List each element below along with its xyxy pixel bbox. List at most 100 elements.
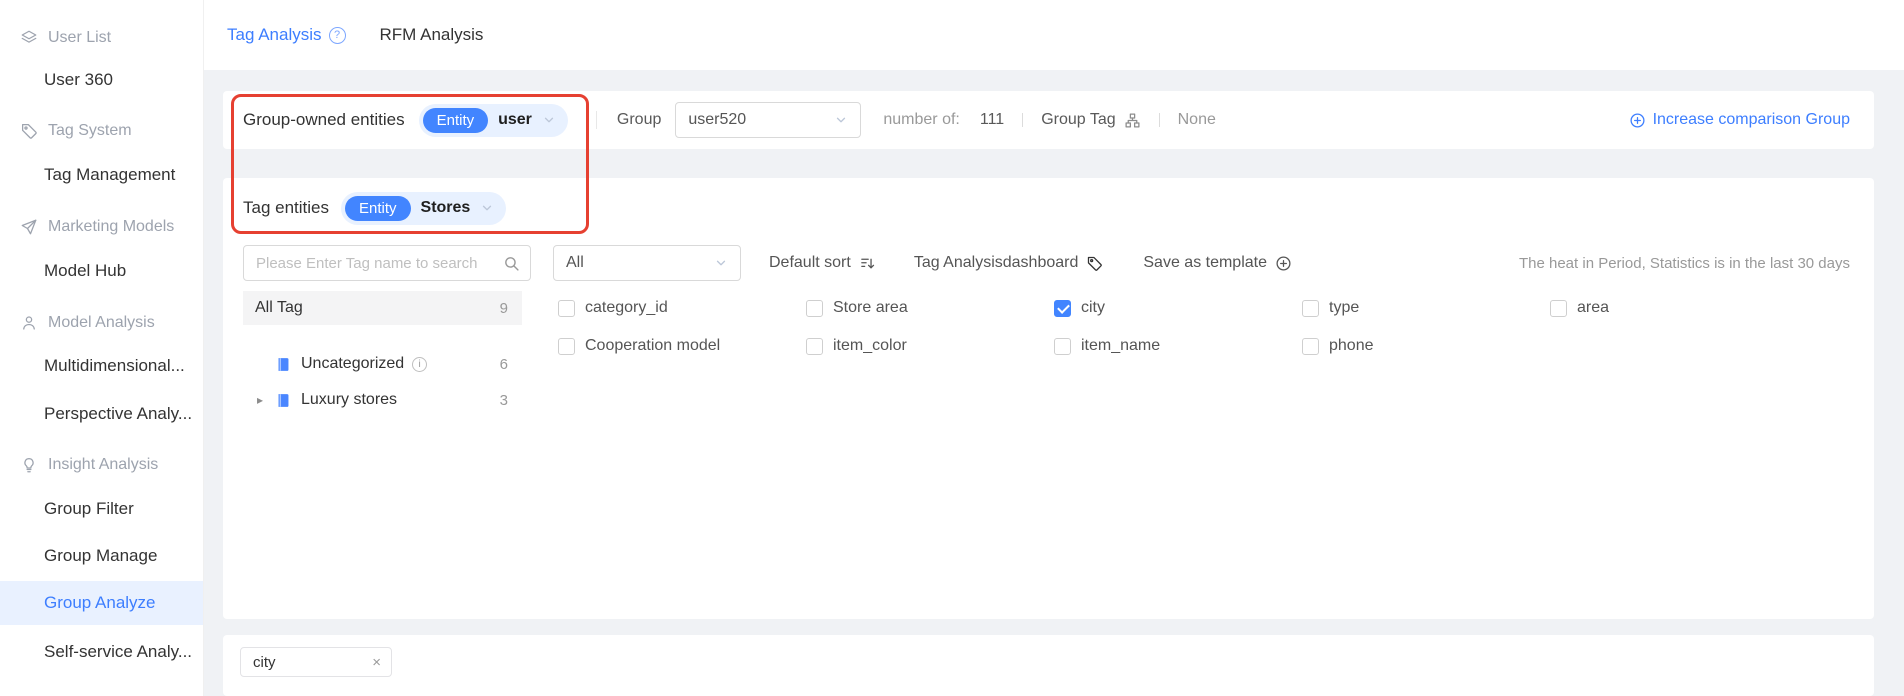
tag-checkbox-category-id[interactable]: category_id [558, 299, 806, 317]
group-owned-entities-label: Group-owned entities [243, 110, 405, 129]
tag-analysis-dashboard-button[interactable]: Tag Analysisdashboard [914, 254, 1104, 272]
tag-checkbox-grid: category_id Store area city type area Co… [558, 289, 1798, 365]
tag-checkbox-cooperation-model[interactable]: Cooperation model [558, 337, 806, 355]
tree-node-label: All Tag [255, 299, 303, 316]
section-label: User List [48, 29, 112, 46]
section-label: Marketing Models [48, 218, 175, 235]
tag-checkbox-phone[interactable]: phone [1302, 337, 1550, 355]
group-owned-entity-select[interactable]: Entity user [418, 103, 568, 137]
tree-node-count: 6 [499, 355, 508, 373]
sidebar-section-marketing-models: Marketing Models [0, 205, 203, 249]
tag-checkbox-city[interactable]: city [1054, 299, 1302, 317]
save-as-template-button[interactable]: Save as template [1143, 254, 1292, 272]
tag-checkbox-item-name[interactable]: item_name [1054, 337, 1302, 355]
tag-analysis-card: Tag entities Entity Stores All Default [223, 178, 1874, 619]
tag-label: Store area [833, 299, 908, 316]
default-sort-button[interactable]: Default sort [769, 254, 876, 272]
sidebar-item-perspective-analysis[interactable]: Perspective Analy... [0, 392, 203, 436]
section-label: Insight Analysis [48, 456, 159, 473]
tree-node-label: Luxury stores [301, 391, 398, 408]
item-label: Tag Management [44, 165, 176, 184]
search-icon[interactable] [503, 255, 520, 272]
tree-node-all-tag[interactable]: All Tag 9 [243, 291, 522, 325]
tab-tag-analysis[interactable]: Tag Analysis ? [227, 25, 346, 45]
help-icon[interactable]: ? [328, 26, 346, 44]
sidebar-item-group-analyze[interactable]: Group Analyze [0, 581, 203, 625]
sidebar-item-self-service-analysis[interactable]: Self-service Analy... [0, 630, 203, 674]
checkbox-icon[interactable] [1302, 337, 1319, 355]
sidebar-section-user-list: User List [0, 16, 203, 60]
checkbox-icon[interactable] [558, 337, 575, 355]
sort-label: Default sort [769, 254, 851, 271]
chevron-down-icon [480, 201, 494, 215]
tag-label: area [1577, 299, 1610, 316]
sidebar-section-insight-analysis: Insight Analysis [0, 443, 203, 487]
person-icon [20, 314, 38, 332]
tag-label: type [1329, 299, 1360, 316]
sidebar-item-user-360[interactable]: User 360 [0, 58, 203, 102]
tree-node-uncategorized[interactable]: ▸ Uncategorized i 6 [243, 346, 522, 382]
app: User List User 360 Tag System Tag Manage… [0, 0, 1904, 696]
tag-label: Cooperation model [585, 337, 721, 354]
tag-entities-row: Tag entities Entity Stores [243, 186, 507, 230]
tag-tree-panel: All Tag 9 ▸ Uncategorized i 6 ▸ Luxury s… [243, 291, 522, 418]
sidebar-item-model-hub[interactable]: Model Hub [0, 249, 203, 293]
checkbox-icon[interactable] [1054, 337, 1071, 355]
group-tag-label: Group Tag [1041, 111, 1116, 128]
checkbox-icon[interactable] [806, 337, 823, 355]
checkbox-icon[interactable] [806, 299, 823, 317]
entity-value: user [498, 111, 532, 128]
tag-checkbox-area[interactable]: area [1550, 299, 1798, 317]
selected-tag-chip[interactable]: city × [240, 647, 392, 677]
item-label: User 360 [44, 70, 113, 89]
book-icon [275, 392, 292, 409]
checkbox-icon[interactable] [1550, 299, 1567, 317]
sidebar-item-group-manage[interactable]: Group Manage [0, 534, 203, 578]
checkbox-icon[interactable] [1054, 299, 1071, 317]
tag-checkbox-type[interactable]: type [1302, 299, 1550, 317]
tag-entity-select[interactable]: Entity Stores [341, 191, 507, 225]
checkbox-icon[interactable] [558, 299, 575, 317]
tree-node-label: Uncategorized [301, 355, 405, 372]
sidebar-item-tag-management[interactable]: Tag Management [0, 153, 203, 197]
info-icon[interactable]: i [412, 356, 428, 372]
tab-rfm-analysis[interactable]: RFM Analysis [380, 25, 484, 45]
send-icon [20, 218, 38, 236]
tag-search-box[interactable] [243, 245, 531, 281]
sidebar-item-group-filter[interactable]: Group Filter [0, 487, 203, 531]
entity-value: Stores [420, 199, 471, 216]
tag-entities-label: Tag entities [243, 198, 329, 217]
tab-label: RFM Analysis [379, 25, 484, 44]
tree-node-luxury-stores[interactable]: ▸ Luxury stores 3 [243, 382, 522, 418]
item-label: Model Hub [44, 261, 127, 280]
tag-label: item_name [1081, 337, 1161, 354]
category-select-value: All [566, 254, 584, 271]
item-label: Group Analyze [44, 593, 156, 612]
tag-search-input[interactable] [256, 254, 503, 272]
sidebar-section-model-analysis: Model Analysis [0, 301, 203, 345]
sort-icon [859, 255, 876, 272]
sidebar-item-multidimensional[interactable]: Multidimensional... [0, 344, 203, 388]
tag-checkbox-item-color[interactable]: item_color [806, 337, 1054, 355]
selected-tags-bar: city × [223, 635, 1874, 696]
chevron-down-icon [542, 113, 556, 127]
group-select[interactable]: user520 [675, 102, 862, 138]
checkbox-icon[interactable] [1302, 299, 1319, 317]
period-statistics-note: The heat in Period, Statistics is in the… [1518, 254, 1850, 272]
tag-checkbox-store-area[interactable]: Store area [806, 299, 1054, 317]
divider [1022, 113, 1024, 127]
tab-label: Tag Analysis [227, 25, 322, 44]
caret-right-icon[interactable]: ▸ [257, 393, 271, 407]
divider [595, 111, 597, 129]
item-label: Self-service Analy... [44, 642, 193, 661]
item-label: Group Filter [44, 499, 134, 518]
tree-node-count: 9 [499, 299, 508, 317]
increase-link-label: Increase comparison Group [1652, 111, 1850, 128]
sidebar: User List User 360 Tag System Tag Manage… [0, 0, 204, 696]
tag-category-select[interactable]: All [553, 245, 741, 281]
tag-label: phone [1329, 337, 1374, 354]
number-of-label: number of: [883, 111, 960, 128]
close-icon[interactable]: × [372, 655, 381, 670]
increase-comparison-group-button[interactable]: Increase comparison Group [1629, 111, 1850, 129]
group-tag-icon[interactable] [1124, 112, 1141, 129]
